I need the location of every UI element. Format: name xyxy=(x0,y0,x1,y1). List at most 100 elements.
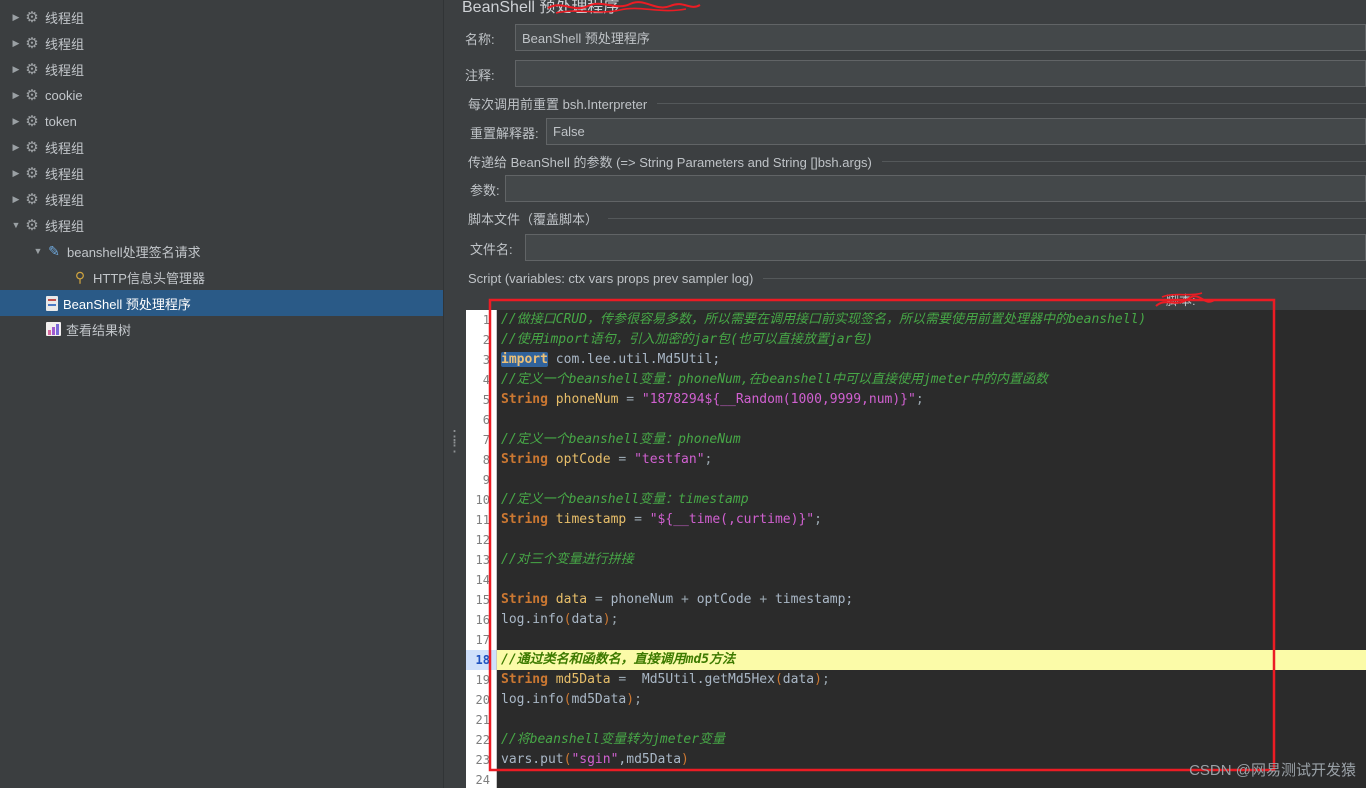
tree-item-label: beanshell处理签名请求 xyxy=(67,244,201,260)
code-line: //对三个变量进行拼接 xyxy=(501,552,634,567)
gear-icon: ⚙ xyxy=(25,87,39,104)
line-number: 11 xyxy=(475,513,490,527)
tree-item[interactable]: ▶ ⚙ cookie xyxy=(0,82,443,108)
chevron-down-icon[interactable]: ▼ xyxy=(30,246,46,256)
line-number: 1 xyxy=(482,313,490,327)
reset-interpreter-label: 重置解释器: xyxy=(470,126,539,141)
line-number: 3 xyxy=(482,353,490,367)
code-line: log.info(data); xyxy=(501,612,619,627)
chevron-right-icon[interactable]: ▶ xyxy=(8,142,24,153)
line-number: 8 xyxy=(482,453,490,467)
editor-gutter: 1 2 3 4 5 6 7 8 9 10 11 12 13 14 15 16 17 18 19 20 21 22 23 24 xyxy=(466,310,497,788)
tree-item[interactable]: BeanShell 预处理程序 xyxy=(0,290,443,316)
tree-item[interactable]: ⚲ HTTP信息头管理器 xyxy=(0,264,443,290)
gear-icon: ⚙ xyxy=(25,113,39,130)
parameters-label: 参数: xyxy=(470,183,500,198)
tree-item[interactable]: ▶ ⚙ 线程组 xyxy=(0,186,443,212)
line-number: 6 xyxy=(482,413,490,427)
panel-splitter[interactable]: ⋮ ⋮ xyxy=(443,0,463,788)
tree-item[interactable]: ▶ ⚙ 线程组 xyxy=(0,4,443,30)
panel-title: BeanShell 预处理程序 xyxy=(462,0,620,16)
code-line: log.info(md5Data); xyxy=(501,692,642,707)
code-line: String data = phoneNum + optCode + times… xyxy=(501,592,854,607)
gear-icon: ⚙ xyxy=(25,191,39,208)
tree-item[interactable]: ▶ ⚙ 线程组 xyxy=(0,30,443,56)
gear-icon: ⚙ xyxy=(25,9,39,26)
tree-item-label: 线程组 xyxy=(45,166,85,182)
tree-item[interactable]: 查看结果树 xyxy=(0,316,443,342)
tree-item[interactable]: ▶ ⚙ 线程组 xyxy=(0,134,443,160)
script-editor: 1 2 3 4 5 6 7 8 9 10 11 12 13 14 15 16 17 18 19 20 21 22 23 24 … xyxy=(466,310,1366,788)
tree-item-label: BeanShell 预处理程序 xyxy=(63,296,191,312)
tree-item-label: HTTP信息头管理器 xyxy=(93,270,205,286)
chevron-right-icon[interactable]: ▶ xyxy=(8,116,24,127)
name-input[interactable] xyxy=(515,24,1366,51)
line-number: 12 xyxy=(475,533,490,547)
csdn-watermark: CSDN @网易测试开发猿 xyxy=(1189,762,1356,779)
reset-interpreter-input[interactable] xyxy=(546,118,1366,145)
parameters-input[interactable] xyxy=(505,175,1366,202)
code-line: String optCode = "testfan"; xyxy=(501,452,713,467)
name-label: 名称: xyxy=(465,32,495,47)
script-label: 脚本: xyxy=(1166,293,1196,308)
tree-item[interactable]: ▶ ⚙ 线程组 xyxy=(0,160,443,186)
filename-label: 文件名: xyxy=(470,242,513,257)
tree-item[interactable]: ▼ ⚙ 线程组 xyxy=(0,212,443,238)
jmeter-window: ▶ ⚙ 线程组 ▶ ⚙ 线程组 ▶ ⚙ 线程组 ▶ ⚙ cookie ▶ ⚙ token ▶ ⚙ 线程组 ▶ ⚙ 线程组… xyxy=(0,0,1366,788)
chevron-right-icon[interactable]: ▶ xyxy=(8,12,24,23)
editor-code[interactable]: //做接口CRUD，传参很容易多数，所以需要在调用接口前实现签名，所以需要使用前… xyxy=(497,310,1366,788)
code-line: //使用import语句，引入加密的jar包(也可以直接放置jar包) xyxy=(501,332,874,347)
code-line: String md5Data = Md5Util.getMd5Hex(data)… xyxy=(501,672,830,687)
chevron-down-icon[interactable]: ▼ xyxy=(8,220,24,230)
line-number: 15 xyxy=(475,593,490,607)
beanshell-icon xyxy=(46,295,58,311)
gear-icon: ⚙ xyxy=(25,35,39,52)
chevron-right-icon[interactable]: ▶ xyxy=(8,90,24,101)
reset-section-title: 每次调用前重置 bsh.Interpreter xyxy=(468,95,1366,112)
tree-item-label: cookie xyxy=(45,87,83,103)
line-number: 2 xyxy=(482,333,490,347)
comment-label: 注释: xyxy=(465,68,495,83)
line-number: 20 xyxy=(475,693,490,707)
gear-icon: ⚙ xyxy=(25,165,39,182)
code-line: String timestamp = "${__time(,curtime)}"… xyxy=(501,512,822,527)
filename-input[interactable] xyxy=(525,234,1366,261)
gear-icon: ⚙ xyxy=(25,61,39,78)
tree-item-label: 线程组 xyxy=(45,140,85,156)
chevron-right-icon[interactable]: ▶ xyxy=(8,168,24,179)
chevron-right-icon[interactable]: ▶ xyxy=(8,194,24,205)
line-number: 19 xyxy=(475,673,490,687)
parameters-section-title: 传递给 BeanShell 的参数 (=> String Parameters … xyxy=(468,153,1366,170)
code-line: import com.lee.util.Md5Util; xyxy=(501,352,721,367)
line-number: 13 xyxy=(475,553,490,567)
line-number: 4 xyxy=(482,373,490,387)
line-number: 23 xyxy=(475,753,490,767)
code-line: //定义一个beanshell变量：phoneNum,在beanshell中可以… xyxy=(501,372,1048,387)
chevron-right-icon[interactable]: ▶ xyxy=(8,64,24,75)
chevron-right-icon[interactable]: ▶ xyxy=(8,38,24,49)
code-line: //定义一个beanshell变量：timestamp xyxy=(501,492,749,507)
comment-input[interactable] xyxy=(515,60,1366,87)
line-number: 10 xyxy=(475,493,490,507)
line-number: 9 xyxy=(482,473,490,487)
tree-item[interactable]: ▶ ⚙ 线程组 xyxy=(0,56,443,82)
code-line: //通过类名和函数名，直接调用md5方法 xyxy=(497,650,1366,670)
wrench-icon: ⚲ xyxy=(74,268,86,285)
tree-item-label: 线程组 xyxy=(45,192,85,208)
tree-item-label: 线程组 xyxy=(45,36,85,52)
line-number: 18 xyxy=(466,650,496,670)
gear-icon: ⚙ xyxy=(25,139,39,156)
tree-item-label: 线程组 xyxy=(45,62,85,78)
tree-item[interactable]: ▼ ✎ beanshell处理签名请求 xyxy=(0,238,443,264)
tree-item[interactable]: ▶ ⚙ token xyxy=(0,108,443,134)
tree-item-label: 查看结果树 xyxy=(66,322,132,338)
tree-item-label: 线程组 xyxy=(45,218,85,234)
line-number: 24 xyxy=(475,773,490,787)
test-plan-tree: ▶ ⚙ 线程组 ▶ ⚙ 线程组 ▶ ⚙ 线程组 ▶ ⚙ cookie ▶ ⚙ token ▶ ⚙ 线程组 ▶ ⚙ 线程组… xyxy=(0,0,443,788)
chart-icon xyxy=(46,322,61,336)
line-number: 7 xyxy=(482,433,490,447)
